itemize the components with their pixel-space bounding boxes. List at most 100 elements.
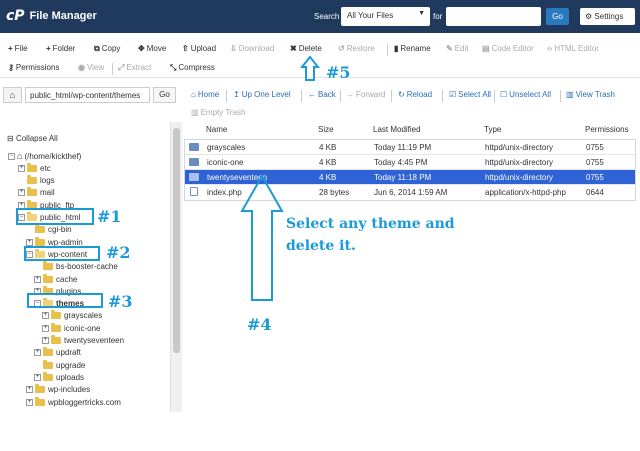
gear-icon: ⚙ [585,12,593,21]
folder-icon [189,173,199,181]
tree-item-wp-includes[interactable]: + wp-includes [26,384,90,396]
nav-unselect-all-button[interactable]: ☐ Unselect All [500,90,551,99]
toolbar-code-editor-button[interactable]: ▤ Code Editor [482,44,534,53]
expand-toggle-icon[interactable]: + [26,398,33,406]
expand-toggle-icon[interactable]: + [34,275,41,283]
expand-toggle-icon[interactable]: + [42,324,49,332]
search-label: Search [314,12,340,21]
toolbar-html-editor-button[interactable]: ‹› HTML Editor [547,44,599,53]
toolbar-upload-button[interactable]: ⇧ Upload [182,44,216,53]
column-permissions[interactable]: Permissions [585,125,629,134]
toolbar-move-button[interactable]: ✥ Move [138,44,166,53]
nav-reload-button[interactable]: ↻ Reload [398,90,432,99]
collapse-all-link[interactable]: ⊟ Collapse All [7,134,58,143]
trash-icon: ▥ [566,90,574,99]
nav-label: View Trash [575,90,615,99]
tree-item-bs-booster-cache[interactable]: bs-booster-cache [34,261,118,273]
expand-toggle-icon[interactable]: + [26,238,33,246]
file-row[interactable]: twentyseventeen 4 KB Today 11:18 PM httpd/u… [185,170,635,185]
tree-item-iconic-one[interactable]: + iconic-one [42,322,100,334]
tree-item-uploads[interactable]: + uploads [34,371,84,383]
nav-home-button[interactable]: ⌂ Home [191,90,219,99]
tree-item-wpbloggertricks-com[interactable]: + wpbloggertricks.com [26,396,121,408]
toolbar-copy-button[interactable]: ⧉ Copy [94,44,120,54]
toolbar-delete-button[interactable]: ✖ Delete [290,44,322,53]
toolbar-rename-button[interactable]: ▮ Rename [394,44,431,53]
annotation-box-themes [27,293,103,308]
file-modified-cell: Today 4:45 PM [374,158,428,167]
toolbar-folder-button[interactable]: + Folder [46,44,75,53]
search-go-button[interactable]: Go [546,8,569,25]
tree-item-label: grayscales [64,311,103,321]
tree-item-home-kickthef[interactable]: − ⌂ (/home/kickthef) [8,150,81,162]
folder-icon [43,273,53,283]
toolbar-label: Copy [101,44,121,53]
tree-item-grayscales[interactable]: + grayscales [42,310,102,322]
path-input[interactable] [25,87,150,103]
back-icon: ← [308,90,316,99]
nav-empty-trash-button[interactable]: ▥ Empty Trash [191,108,245,117]
expand-toggle-icon[interactable]: + [18,189,25,197]
toolbar-label: Move [146,44,167,53]
toolbar-compress-button[interactable]: ⤡ Compress [170,63,215,73]
column-type[interactable]: Type [484,125,501,134]
home-path-button[interactable]: ⌂ [3,87,22,103]
tree-item-updraft[interactable]: + updraft [34,347,81,359]
file-row[interactable]: grayscales 4 KB Today 11:19 PM httpd/unix-d… [185,140,635,155]
nav-view-trash-button[interactable]: ▥ View Trash [566,90,615,99]
settings-label: Settings [594,12,624,21]
file-row[interactable]: iconic-one 4 KB Today 4:45 PM httpd/unix-di… [185,155,635,170]
tree-item-mail[interactable]: + mail [18,187,55,199]
folder-icon [27,187,37,197]
search-input[interactable] [446,7,541,26]
search-scope-select[interactable]: All Your Files ▼ [341,7,430,26]
file-type-cell: application/x-httpd-php [485,188,566,197]
column-last-modified[interactable]: Last Modified [373,125,421,134]
toolbar-file-button[interactable]: + File [8,44,28,53]
toolbar-label: Rename [400,44,431,53]
toolbar-download-button[interactable]: ⇩ Download [230,44,274,53]
path-bar: ⌂ Go [0,80,640,122]
file-perms-cell: 0755 [586,173,604,182]
annotation-box-wp-content [24,246,100,261]
column-size[interactable]: Size [318,125,334,134]
tree-item-label: bs-booster-cache [56,262,118,272]
sidebar-scrollbar[interactable] [170,122,182,412]
nav-up-one-level-button[interactable]: ↥ Up One Level [233,90,291,99]
nav-select-all-button[interactable]: ☑ Select All [449,90,491,99]
path-go-button[interactable]: Go [153,87,176,103]
upload-icon: ⇧ [182,44,189,53]
expand-toggle-icon[interactable]: + [26,386,33,394]
compress-icon: ⤡ [170,63,177,72]
tree-item-upgrade[interactable]: upgrade [34,359,85,371]
toolbar-view-button[interactable]: ◉ View [78,63,104,72]
tree-item-cache[interactable]: + cache [34,273,77,285]
tree-item-etc[interactable]: + etc [18,162,51,174]
nav-back-button[interactable]: ← Back [308,90,336,99]
expand-toggle-icon[interactable]: + [18,164,25,172]
tree-item-logs[interactable]: logs [18,175,55,187]
toolbar-extract-button[interactable]: ⤢ Extract [118,63,151,73]
expand-toggle-icon[interactable]: + [34,349,41,357]
expand-toggle-icon[interactable]: + [42,337,49,344]
scrollbar-thumb[interactable] [173,128,180,353]
key-icon: ⚷ [8,63,14,72]
toolbar-permissions-button[interactable]: ⚷ Permissions [8,63,59,72]
tree-item-cgi-bin[interactable]: cgi-bin [26,224,72,236]
expand-toggle-icon[interactable]: + [42,312,49,320]
nav-label: Up One Level [241,90,291,99]
settings-button[interactable]: ⚙ Settings [580,8,635,25]
annotation-label-4: #4 [247,315,272,334]
brand[interactable]: cP File Manager [6,8,97,24]
nav-label: Unselect All [509,90,551,99]
nav-forward-button[interactable]: → Forward [346,90,385,99]
toolbar-restore-button[interactable]: ↺ Restore [338,44,375,53]
tree-item-twentyseventeen[interactable]: + twentyseventeen [42,335,124,347]
file-row[interactable]: index.php 28 bytes Jun 6, 2014 1:59 AM appl… [185,185,635,200]
toolbar-edit-button[interactable]: ✎ Edit [446,44,469,53]
php-file-icon [190,187,198,196]
expand-toggle-icon[interactable]: + [34,373,41,381]
column-name[interactable]: Name [206,125,227,134]
collapse-toggle-icon[interactable]: − [8,152,15,160]
file-name-cell: index.php [207,188,242,197]
